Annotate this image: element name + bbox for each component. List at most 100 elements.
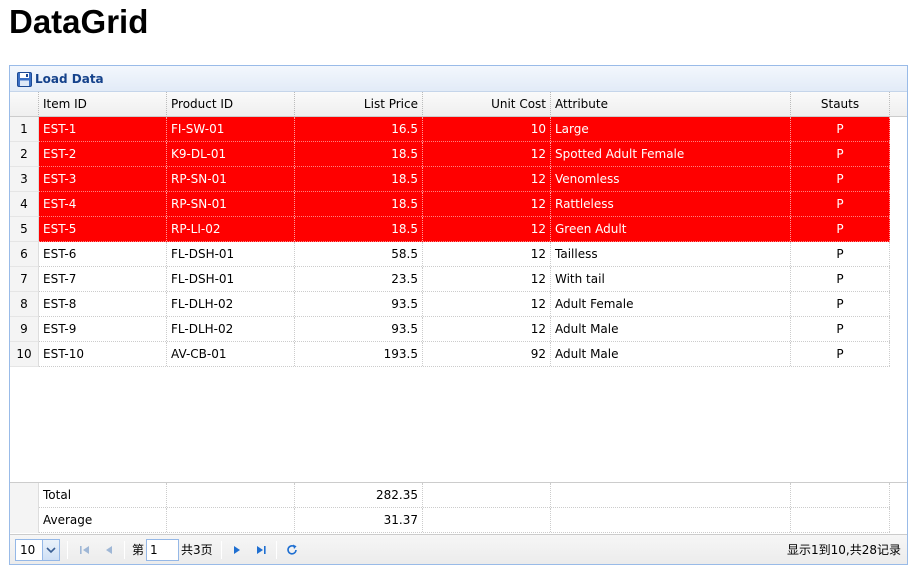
cell-item-id[interactable]: EST-3	[39, 167, 167, 191]
cell-status[interactable]: P	[791, 217, 890, 241]
cell-list-price[interactable]: 93.5	[295, 317, 423, 341]
pager-separator	[124, 541, 125, 559]
table-row[interactable]: 7 EST-7 FL-DSH-01 23.5 12 With tail P	[10, 267, 890, 292]
cell-item-id[interactable]: EST-6	[39, 242, 167, 266]
cell-list-price[interactable]: 18.5	[295, 217, 423, 241]
header-status[interactable]: Stauts	[791, 92, 890, 117]
cell-product-id[interactable]: RP-SN-01	[167, 167, 295, 191]
cell-product-id[interactable]: FL-DLH-02	[167, 317, 295, 341]
table-row[interactable]: 10 EST-10 AV-CB-01 193.5 92 Adult Male P	[10, 342, 890, 367]
cell-item-id[interactable]: EST-7	[39, 267, 167, 291]
cell-product-id[interactable]: FL-DSH-01	[167, 267, 295, 291]
load-data-button[interactable]: Load Data	[14, 68, 107, 90]
cell-attribute[interactable]: Large	[551, 117, 791, 141]
cell-product-id[interactable]: FL-DLH-02	[167, 292, 295, 316]
cell-list-price[interactable]: 18.5	[295, 142, 423, 166]
table-row[interactable]: 8 EST-8 FL-DLH-02 93.5 12 Adult Female P	[10, 292, 890, 317]
cell-list-price[interactable]: 58.5	[295, 242, 423, 266]
cell-status[interactable]: P	[791, 242, 890, 266]
prev-page-button[interactable]	[100, 541, 118, 559]
row-number: 2	[10, 142, 39, 167]
footer-list-price: 31.37	[295, 508, 423, 532]
cell-product-id[interactable]: FI-SW-01	[167, 117, 295, 141]
cell-status[interactable]: P	[791, 342, 890, 366]
save-disk-icon	[17, 71, 32, 87]
cell-unit-cost[interactable]: 12	[423, 317, 551, 341]
cell-status[interactable]: P	[791, 142, 890, 166]
cell-item-id[interactable]: EST-9	[39, 317, 167, 341]
cell-attribute[interactable]: Adult Female	[551, 292, 791, 316]
header-product-id[interactable]: Product ID	[167, 92, 295, 117]
cell-item-id[interactable]: EST-4	[39, 192, 167, 216]
cell-attribute[interactable]: With tail	[551, 267, 791, 291]
cell-unit-cost[interactable]: 92	[423, 342, 551, 366]
cell-unit-cost[interactable]: 12	[423, 167, 551, 191]
cell-status[interactable]: P	[791, 317, 890, 341]
page-number-input[interactable]	[146, 539, 179, 561]
table-row[interactable]: 3 EST-3 RP-SN-01 18.5 12 Venomless P	[10, 167, 890, 192]
cell-unit-cost[interactable]: 12	[423, 142, 551, 166]
cell-product-id[interactable]: FL-DSH-01	[167, 242, 295, 266]
cell-unit-cost[interactable]: 12	[423, 217, 551, 241]
cell-item-id[interactable]: EST-5	[39, 217, 167, 241]
cell-unit-cost[interactable]: 10	[423, 117, 551, 141]
cell-attribute[interactable]: Venomless	[551, 167, 791, 191]
row-number: 8	[10, 292, 39, 317]
cell-status[interactable]: P	[791, 267, 890, 291]
cell-product-id[interactable]: RP-SN-01	[167, 192, 295, 216]
cell-item-id[interactable]: EST-8	[39, 292, 167, 316]
table-row[interactable]: 2 EST-2 K9-DL-01 18.5 12 Spotted Adult F…	[10, 142, 890, 167]
cell-list-price[interactable]: 18.5	[295, 192, 423, 216]
footer-list-price: 282.35	[295, 483, 423, 507]
cell-list-price[interactable]: 193.5	[295, 342, 423, 366]
cell-attribute[interactable]: Spotted Adult Female	[551, 142, 791, 166]
cell-list-price[interactable]: 93.5	[295, 292, 423, 316]
cell-status[interactable]: P	[791, 117, 890, 141]
cell-status[interactable]: P	[791, 192, 890, 216]
header-item-id[interactable]: Item ID	[39, 92, 167, 117]
table-row[interactable]: 1 EST-1 FI-SW-01 16.5 10 Large P	[10, 117, 890, 142]
cell-unit-cost[interactable]: 12	[423, 242, 551, 266]
table-row[interactable]: 9 EST-9 FL-DLH-02 93.5 12 Adult Male P	[10, 317, 890, 342]
cell-unit-cost[interactable]: 12	[423, 267, 551, 291]
cell-attribute[interactable]: Tailless	[551, 242, 791, 266]
table-row[interactable]: 5 EST-5 RP-LI-02 18.5 12 Green Adult P	[10, 217, 890, 242]
cell-item-id[interactable]: EST-10	[39, 342, 167, 366]
footer-empty	[551, 508, 791, 532]
cell-attribute[interactable]: Green Adult	[551, 217, 791, 241]
cell-list-price[interactable]: 16.5	[295, 117, 423, 141]
cell-attribute[interactable]: Rattleless	[551, 192, 791, 216]
header-attribute[interactable]: Attribute	[551, 92, 791, 117]
footer-row-total: Total 282.35	[10, 483, 890, 508]
table-row[interactable]: 6 EST-6 FL-DSH-01 58.5 12 Tailless P	[10, 242, 890, 267]
footer-empty	[167, 508, 295, 532]
cell-unit-cost[interactable]: 12	[423, 292, 551, 316]
refresh-button[interactable]	[283, 541, 301, 559]
cell-attribute[interactable]: Adult Male	[551, 342, 791, 366]
cell-list-price[interactable]: 23.5	[295, 267, 423, 291]
header-unit-cost[interactable]: Unit Cost	[423, 92, 551, 117]
grid-header: Item ID Product ID List Price Unit Cost …	[10, 92, 907, 117]
cell-status[interactable]: P	[791, 167, 890, 191]
footer-label: Average	[39, 508, 167, 532]
next-page-button[interactable]	[228, 541, 246, 559]
cell-attribute[interactable]: Adult Male	[551, 317, 791, 341]
table-row[interactable]: 4 EST-4 RP-SN-01 18.5 12 Rattleless P	[10, 192, 890, 217]
cell-unit-cost[interactable]: 12	[423, 192, 551, 216]
footer-empty	[551, 483, 791, 507]
row-number: 6	[10, 242, 39, 267]
last-page-button[interactable]	[252, 541, 270, 559]
cell-product-id[interactable]: RP-LI-02	[167, 217, 295, 241]
cell-status[interactable]: P	[791, 292, 890, 316]
chevron-down-icon[interactable]	[42, 540, 59, 560]
row-number: 9	[10, 317, 39, 342]
cell-list-price[interactable]: 18.5	[295, 167, 423, 191]
cell-item-id[interactable]: EST-1	[39, 117, 167, 141]
cell-product-id[interactable]: K9-DL-01	[167, 142, 295, 166]
grid-body: 1 EST-1 FI-SW-01 16.5 10 Large P 2 EST-2…	[10, 117, 907, 482]
cell-item-id[interactable]: EST-2	[39, 142, 167, 166]
first-page-button[interactable]	[76, 541, 94, 559]
header-list-price[interactable]: List Price	[295, 92, 423, 117]
cell-product-id[interactable]: AV-CB-01	[167, 342, 295, 366]
page-size-select[interactable]: 10	[15, 539, 60, 561]
